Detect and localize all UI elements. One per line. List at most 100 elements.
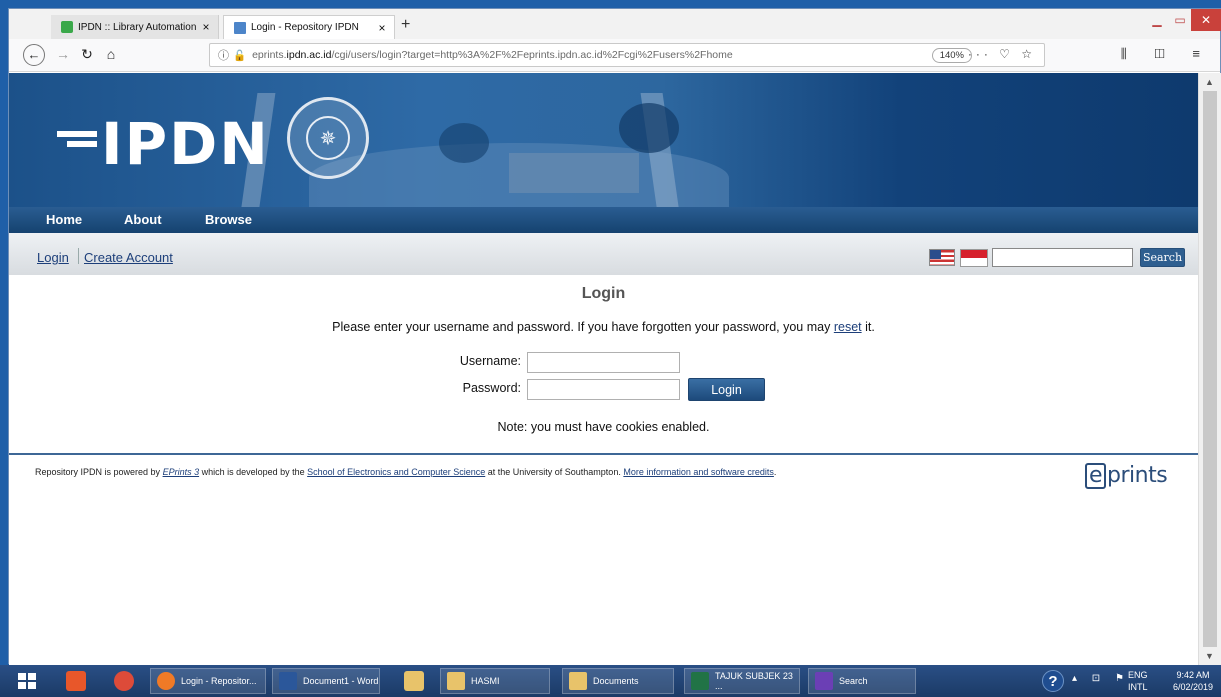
folder-icon <box>447 672 465 690</box>
login-link[interactable]: Login <box>37 250 69 265</box>
taskbar: Login - Repositor... Document1 - Word HA… <box>0 665 1221 697</box>
taskbar-label: Document1 - Word <box>303 676 379 686</box>
tab-login[interactable]: Login - Repository IPDN × <box>223 15 395 39</box>
toolbar-right-icons[interactable]: ⫼ ◫ ≡ <box>1121 46 1212 62</box>
footer-text: at the University of Southampton. <box>485 467 624 477</box>
taskbar-item-firefox[interactable]: Login - Repositor... <box>150 668 266 694</box>
banner-tree <box>619 103 679 153</box>
banner-tree <box>439 123 489 163</box>
taskbar-label: Login - Repositor... <box>181 676 257 686</box>
taskbar-label: Documents <box>593 676 639 686</box>
chrome-icon[interactable] <box>114 671 134 691</box>
help-icon[interactable]: ? <box>1042 670 1064 692</box>
ecs-link[interactable]: School of Electronics and Computer Scien… <box>307 467 485 477</box>
instructions-end: it. <box>861 320 875 334</box>
system-tray-icons[interactable]: ▴ ⊡ ⚑ <box>1072 673 1130 684</box>
username-label: Username: <box>459 354 521 368</box>
url-prefix: eprints. <box>252 49 287 61</box>
account-bar: Login Create Account Search <box>9 233 1198 275</box>
indonesian-flag-icon[interactable] <box>960 249 988 267</box>
menu-home[interactable]: Home <box>46 212 82 227</box>
page-title: Login <box>581 285 626 302</box>
insecure-lock-icon: 🔓 <box>233 49 247 62</box>
reload-icon[interactable]: ↻ <box>77 46 97 63</box>
clock[interactable]: 9:42 AM 6/02/2019 <box>1173 669 1213 693</box>
site-logo[interactable]: IPDN <box>57 110 270 178</box>
language-code: ENG <box>1128 670 1148 680</box>
tab-library[interactable]: IPDN :: Library Automation Sys × <box>51 15 219 39</box>
main-menu: Home About Browse <box>9 207 1198 233</box>
institution-seal-icon: ✵ <box>287 97 369 179</box>
language-indicator[interactable]: ENG INTL <box>1128 669 1148 693</box>
scroll-down-icon[interactable]: ▼ <box>1205 651 1214 661</box>
reset-link[interactable]: reset <box>834 320 862 334</box>
vertical-scrollbar[interactable]: ▲ ▼ <box>1198 73 1221 665</box>
site-banner: IPDN ✵ <box>9 73 1198 207</box>
menu-browse[interactable]: Browse <box>205 212 252 227</box>
banner-building <box>509 153 639 193</box>
forward-arrow-icon[interactable]: → <box>53 46 73 62</box>
folder-icon[interactable] <box>404 671 424 691</box>
close-icon[interactable]: × <box>374 21 390 35</box>
url-path: /cgi/users/login?target=http%3A%2F%2Fepr… <box>331 49 733 61</box>
minimize-icon[interactable]: ▁ <box>1145 9 1169 31</box>
home-icon[interactable]: ⌂ <box>101 46 121 62</box>
page-favicon-icon <box>234 21 246 34</box>
word-icon <box>279 672 297 690</box>
footer-divider <box>9 453 1198 455</box>
taskbar-item-documents[interactable]: Documents <box>562 668 674 694</box>
folder-icon <box>569 672 587 690</box>
taskbar-item-search[interactable]: Search <box>808 668 916 694</box>
page-actions-icons[interactable]: ··· ♡ ☆ <box>968 47 1036 61</box>
taskbar-item-word[interactable]: Document1 - Word <box>272 668 380 694</box>
taskbar-item-excel[interactable]: TAJUK SUBJEK 23 ... <box>684 668 800 694</box>
eprints-link[interactable]: EPrints 3 <box>163 467 200 477</box>
browser-window: IPDN :: Library Automation Sys × Login -… <box>8 8 1221 665</box>
footer-text: which is developed by the <box>199 467 308 477</box>
create-account-link[interactable]: Create Account <box>84 250 173 265</box>
instructions-text: Please enter your username and password.… <box>332 320 834 334</box>
window-close-icon[interactable]: ✕ <box>1191 9 1221 31</box>
scroll-up-icon[interactable]: ▲ <box>1205 77 1214 87</box>
cookies-note: Note: you must have cookies enabled. <box>497 420 710 434</box>
tab-label: Login - Repository IPDN <box>251 22 359 33</box>
password-field[interactable] <box>527 379 680 400</box>
search-input[interactable] <box>992 248 1133 267</box>
taskbar-label: TAJUK SUBJEK 23 ... <box>715 671 793 691</box>
new-tab-icon[interactable]: + <box>401 16 410 34</box>
scrollbar-thumb[interactable] <box>1203 91 1217 647</box>
firefox-icon <box>157 672 175 690</box>
eprints-logo-text: prints <box>1107 463 1168 488</box>
taskbar-label: Search <box>839 676 868 686</box>
eprints-logo-e: e <box>1085 463 1107 489</box>
navigation-toolbar: ← → ↻ ⌂ ⓘ 🔓 eprints. ipdn.ac.id/cgi/users… <box>9 39 1220 72</box>
zoom-level[interactable]: 140% <box>931 48 972 63</box>
back-arrow-icon[interactable]: ← <box>23 44 45 66</box>
menu-about[interactable]: About <box>124 212 162 227</box>
address-bar[interactable]: ⓘ 🔓 eprints. ipdn.ac.id/cgi/users/login?t… <box>209 43 1045 67</box>
search-button[interactable]: Search <box>1140 248 1185 267</box>
logo-bars-icon <box>57 130 97 157</box>
login-button[interactable]: Login <box>688 378 765 401</box>
seal-emblem-icon: ✵ <box>306 116 350 160</box>
english-flag-icon[interactable] <box>929 249 955 266</box>
credits-link[interactable]: More information and software credits <box>623 467 774 477</box>
url-domain: ipdn.ac.id <box>286 49 332 61</box>
media-player-icon[interactable] <box>66 671 86 691</box>
close-icon[interactable]: × <box>198 20 214 34</box>
maximize-icon[interactable]: ▭ <box>1169 9 1191 31</box>
clock-date: 6/02/2019 <box>1172 682 1213 692</box>
footer-text: . <box>773 467 777 477</box>
keyboard-layout: INTL <box>1128 682 1148 692</box>
username-field[interactable] <box>527 352 680 373</box>
login-instructions: Please enter your username and password.… <box>9 320 1198 334</box>
tab-label: IPDN :: Library Automation Sys <box>78 21 198 33</box>
taskbar-item-hasmi[interactable]: HASMI <box>440 668 550 694</box>
clock-time: 9:42 AM <box>1176 670 1210 680</box>
page-viewport: IPDN ✵ Home About Browse Login Create Ac… <box>9 73 1198 665</box>
excel-icon <box>691 672 709 690</box>
windows-start-icon[interactable] <box>18 673 36 689</box>
password-label: Password: <box>462 381 521 395</box>
eprints-logo[interactable]: e prints <box>1085 463 1168 489</box>
info-icon[interactable]: ⓘ <box>218 47 229 63</box>
